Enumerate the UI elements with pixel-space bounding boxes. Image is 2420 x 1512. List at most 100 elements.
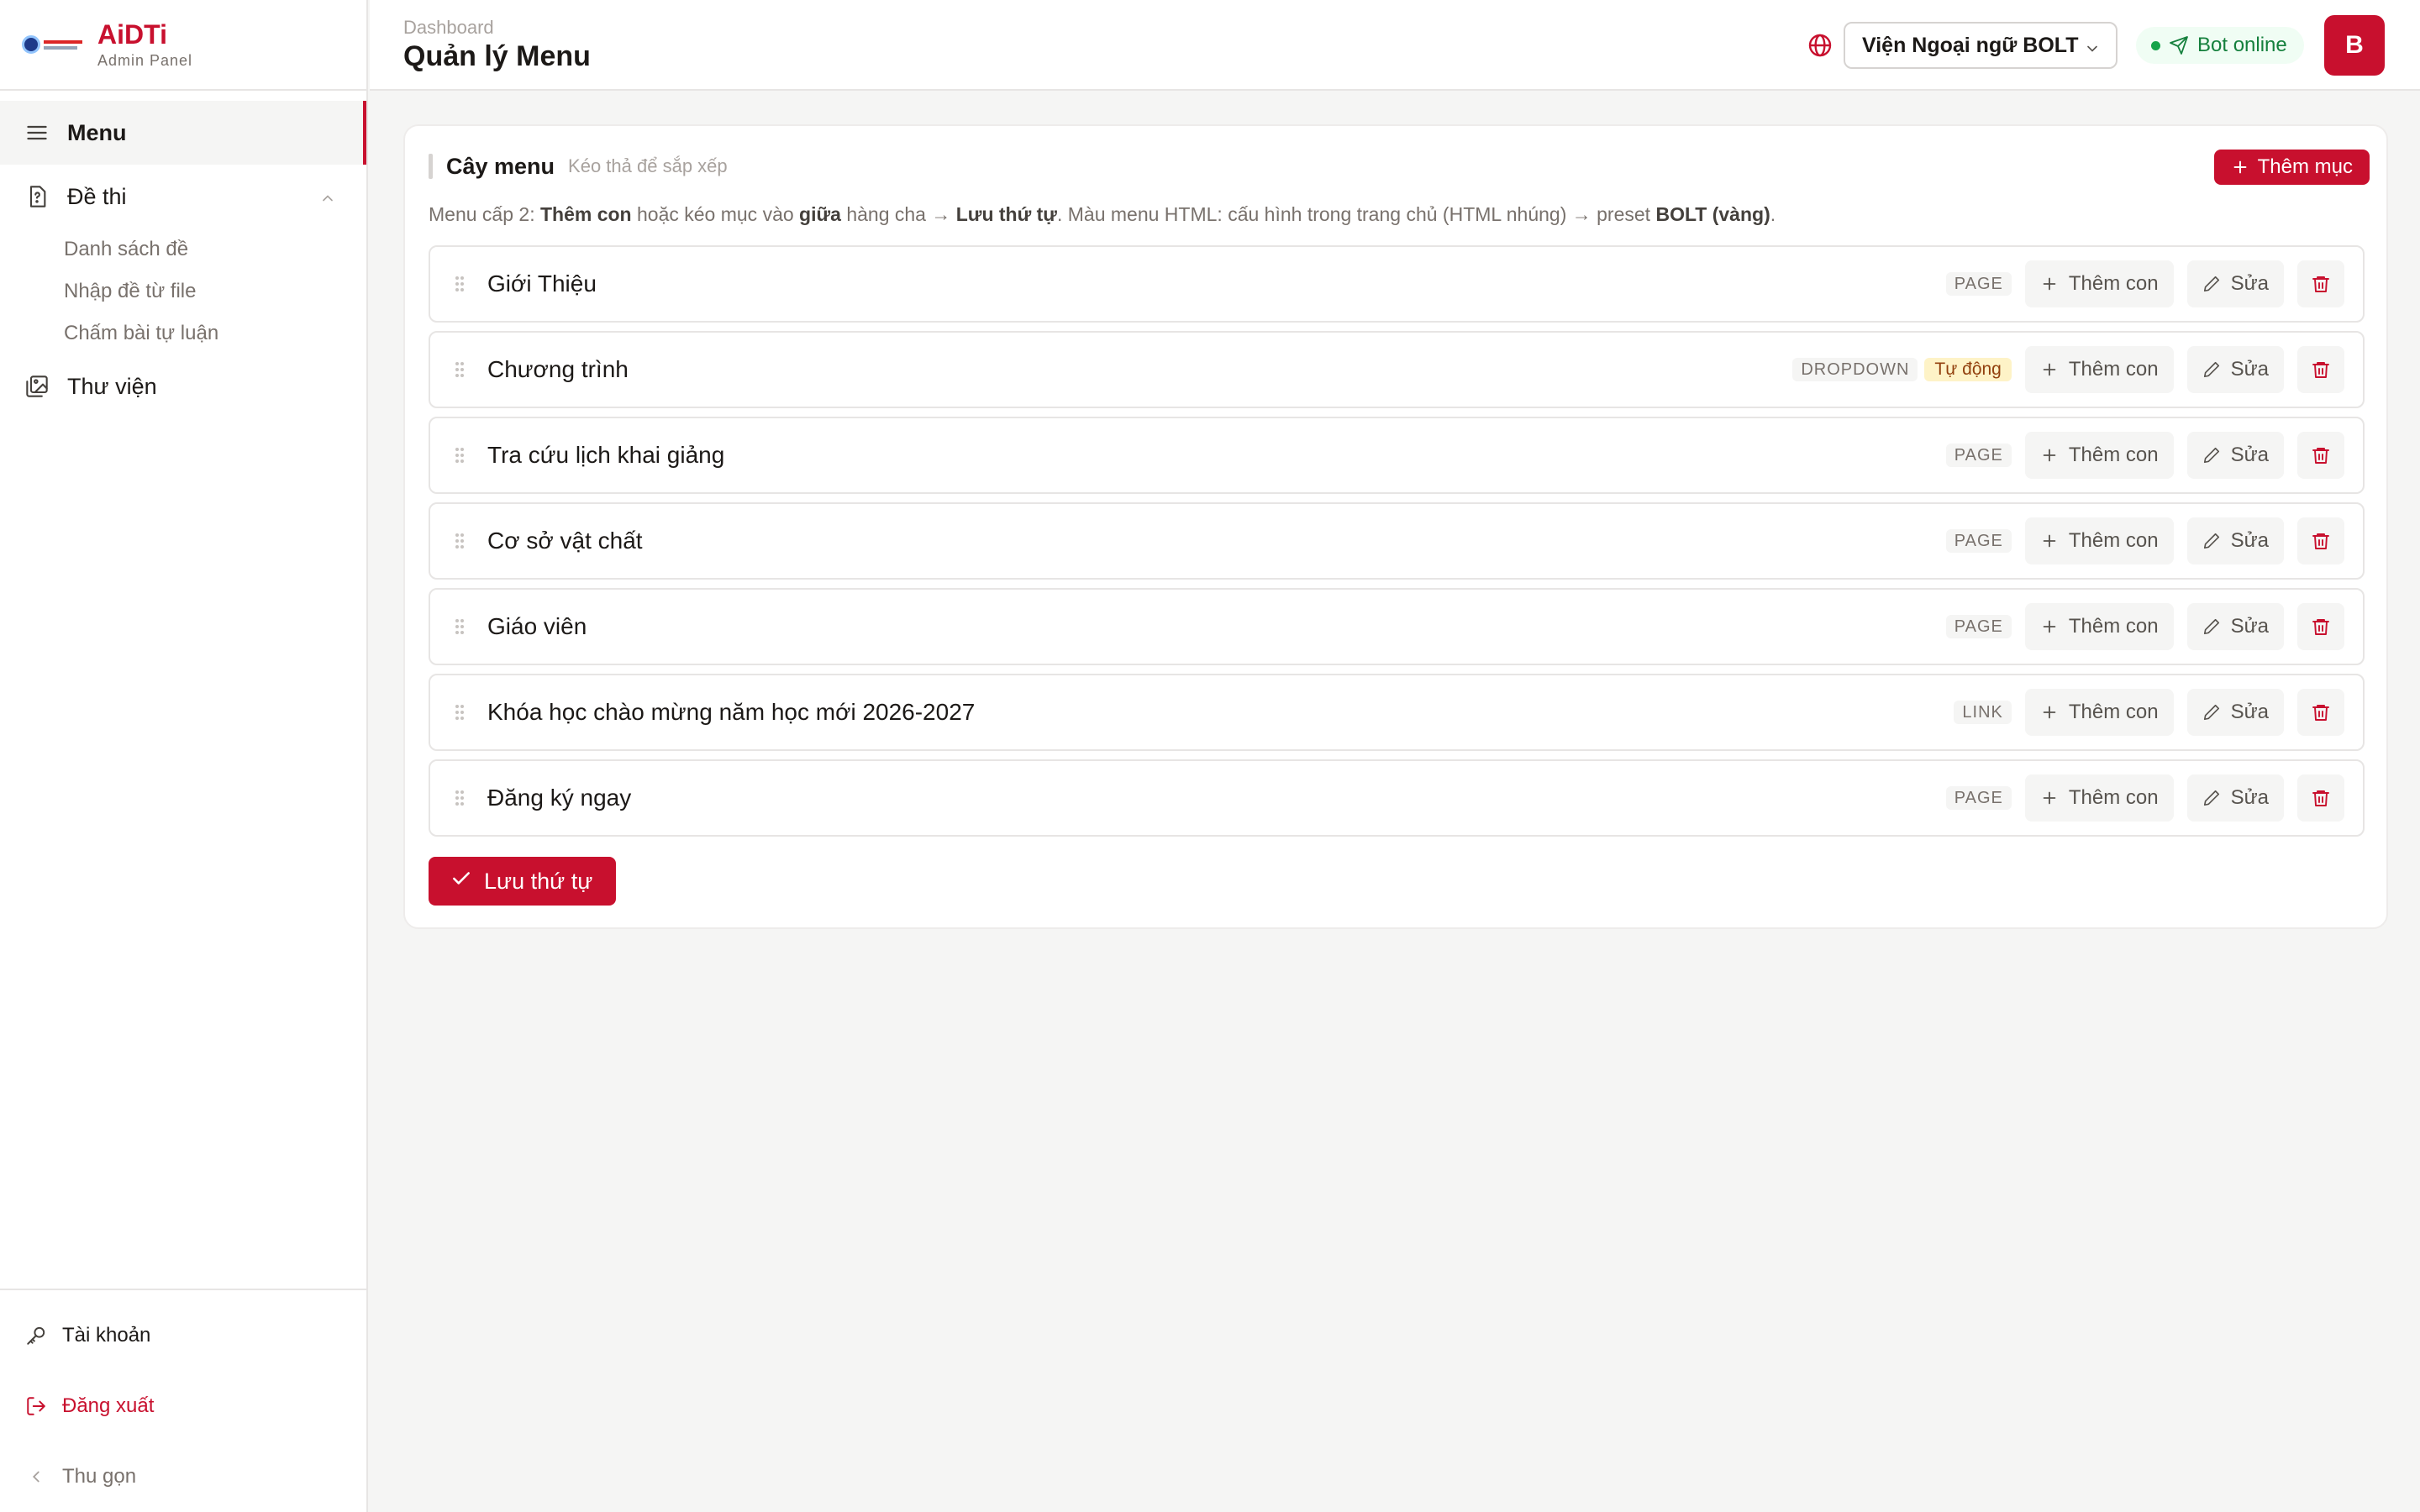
drag-handle-icon[interactable] — [454, 446, 466, 465]
edit-label: Sửa — [2230, 444, 2269, 466]
chevron-down-icon — [2084, 39, 2101, 55]
sidebar-subitem-exam-list[interactable]: Danh sách đề — [0, 228, 366, 270]
site-select[interactable]: Viện Ngoại ngữ BOLT — [1844, 22, 2118, 69]
collapse-sidebar-button[interactable]: Thu gọn — [0, 1441, 366, 1512]
sidebar-item-label: Đề thi — [67, 183, 127, 209]
row-actions: PAGE Thêm con Sửa — [1945, 774, 2344, 822]
menu-row-title: Tra cứu lịch khai giảng — [487, 442, 725, 468]
plus-icon — [2040, 789, 2059, 807]
add-child-label: Thêm con — [2068, 529, 2159, 552]
row-actions: DROPDOWN Tự động Thêm con Sửa — [1792, 346, 2344, 393]
breadcrumb[interactable]: Dashboard — [403, 17, 494, 39]
brand: AiDTi Admin Panel — [0, 0, 366, 91]
help-note: Menu cấp 2: Thêm con hoặc kéo mục vào gi… — [429, 203, 1776, 225]
edit-button[interactable]: Sửa — [2186, 346, 2284, 393]
send-icon — [2169, 35, 2189, 55]
sidebar-subitem-grade-essays[interactable]: Chấm bài tự luận — [0, 312, 366, 354]
logout-label: Đăng xuất — [62, 1394, 155, 1417]
edit-button[interactable]: Sửa — [2186, 774, 2284, 822]
account-link[interactable]: Tài khoản — [0, 1300, 366, 1371]
add-child-label: Thêm con — [2068, 615, 2159, 638]
pencil-icon — [2202, 703, 2221, 722]
delete-button[interactable] — [2297, 603, 2344, 650]
add-child-button[interactable]: Thêm con — [2024, 260, 2174, 307]
add-child-button[interactable]: Thêm con — [2024, 346, 2174, 393]
plus-icon — [2040, 617, 2059, 636]
sidebar-item-menu[interactable]: Menu — [0, 101, 366, 165]
drag-handle-icon[interactable] — [454, 789, 466, 807]
add-child-button[interactable]: Thêm con — [2024, 432, 2174, 479]
plus-icon — [2040, 703, 2059, 722]
menu-row[interactable]: Khóa học chào mừng năm học mới 2026-2027… — [429, 674, 2365, 751]
save-order-button[interactable]: Lưu thứ tự — [429, 857, 617, 906]
menu-type-badge: PAGE — [1945, 615, 2012, 638]
menu-type-badge: PAGE — [1945, 786, 2012, 810]
sidebar-item-library[interactable]: Thư viện — [0, 354, 366, 418]
card-hint: Kéo thả để sắp xếp — [568, 155, 728, 176]
edit-button[interactable]: Sửa — [2186, 432, 2284, 479]
images-icon — [24, 373, 50, 400]
edit-label: Sửa — [2230, 358, 2269, 381]
save-order-label: Lưu thứ tự — [484, 868, 593, 894]
menu-row-title: Chương trình — [487, 356, 629, 382]
menu-row[interactable]: Cơ sở vật chất PAGE Thêm con Sửa — [429, 502, 2365, 580]
collapse-label: Thu gọn — [62, 1465, 137, 1488]
edit-button[interactable]: Sửa — [2186, 689, 2284, 736]
edit-button[interactable]: Sửa — [2186, 603, 2284, 650]
drag-handle-icon[interactable] — [454, 360, 466, 379]
card-title: Cây menu — [446, 153, 555, 179]
edit-label: Sửa — [2230, 529, 2269, 552]
row-actions: PAGE Thêm con Sửa — [1945, 517, 2344, 564]
trash-icon — [2311, 531, 2331, 551]
menu-row-title: Giới Thiệu — [487, 270, 597, 297]
add-child-label: Thêm con — [2068, 444, 2159, 466]
site-select-value: Viện Ngoại ngữ BOLT — [1862, 33, 2079, 57]
menu-row-title: Khóa học chào mừng năm học mới 2026-2027 — [487, 699, 976, 725]
edit-label: Sửa — [2230, 615, 2269, 638]
add-item-button[interactable]: Thêm mục — [2213, 150, 2370, 185]
key-icon — [24, 1323, 49, 1348]
menu-type-badge: LINK — [1954, 701, 2012, 724]
delete-button[interactable] — [2297, 432, 2344, 479]
menu-row[interactable]: Tra cứu lịch khai giảng PAGE Thêm con Sửa — [429, 417, 2365, 494]
trash-icon — [2311, 445, 2331, 465]
pencil-icon — [2202, 360, 2221, 379]
menu-row[interactable]: Giáo viên PAGE Thêm con Sửa — [429, 588, 2365, 665]
menu-icon — [24, 119, 50, 146]
delete-button[interactable] — [2297, 260, 2344, 307]
logout-button[interactable]: Đăng xuất — [0, 1371, 366, 1441]
plus-icon — [2040, 446, 2059, 465]
add-child-label: Thêm con — [2068, 701, 2159, 723]
row-actions: LINK Thêm con Sửa — [1954, 689, 2344, 736]
add-child-button[interactable]: Thêm con — [2024, 603, 2174, 650]
drag-handle-icon[interactable] — [454, 617, 466, 636]
plus-icon — [2040, 275, 2059, 293]
edit-button[interactable]: Sửa — [2186, 260, 2284, 307]
row-actions: PAGE Thêm con Sửa — [1945, 603, 2344, 650]
delete-button[interactable] — [2297, 346, 2344, 393]
drag-handle-icon[interactable] — [454, 703, 466, 722]
menu-tree-list: Giới Thiệu PAGE Thêm con Sửa Chương trình DRO… — [429, 245, 2365, 845]
add-child-label: Thêm con — [2068, 272, 2159, 295]
delete-button[interactable] — [2297, 774, 2344, 822]
drag-handle-icon[interactable] — [454, 532, 466, 550]
delete-button[interactable] — [2297, 689, 2344, 736]
sidebar-item-exams[interactable]: Đề thi — [0, 165, 366, 228]
delete-button[interactable] — [2297, 517, 2344, 564]
drag-handle-icon[interactable] — [454, 275, 466, 293]
sidebar-item-label: Thư viện — [67, 373, 157, 399]
chevron-up-icon[interactable] — [319, 186, 336, 203]
edit-button[interactable]: Sửa — [2186, 517, 2284, 564]
row-actions: PAGE Thêm con Sửa — [1945, 260, 2344, 307]
add-child-button[interactable]: Thêm con — [2024, 774, 2174, 822]
sidebar-footer: Tài khoản Đăng xuất Thu gọn — [0, 1289, 366, 1512]
sidebar-subitem-import-exam[interactable]: Nhập đề từ file — [0, 270, 366, 312]
add-child-button[interactable]: Thêm con — [2024, 689, 2174, 736]
avatar[interactable]: B — [2324, 15, 2385, 76]
menu-row[interactable]: Chương trình DROPDOWN Tự động Thêm con Sửa — [429, 331, 2365, 408]
trash-icon — [2311, 274, 2331, 294]
menu-row[interactable]: Giới Thiệu PAGE Thêm con Sửa — [429, 245, 2365, 323]
menu-row-title: Đăng ký ngay — [487, 785, 632, 811]
menu-row[interactable]: Đăng ký ngay PAGE Thêm con Sửa — [429, 759, 2365, 837]
add-child-button[interactable]: Thêm con — [2024, 517, 2174, 564]
